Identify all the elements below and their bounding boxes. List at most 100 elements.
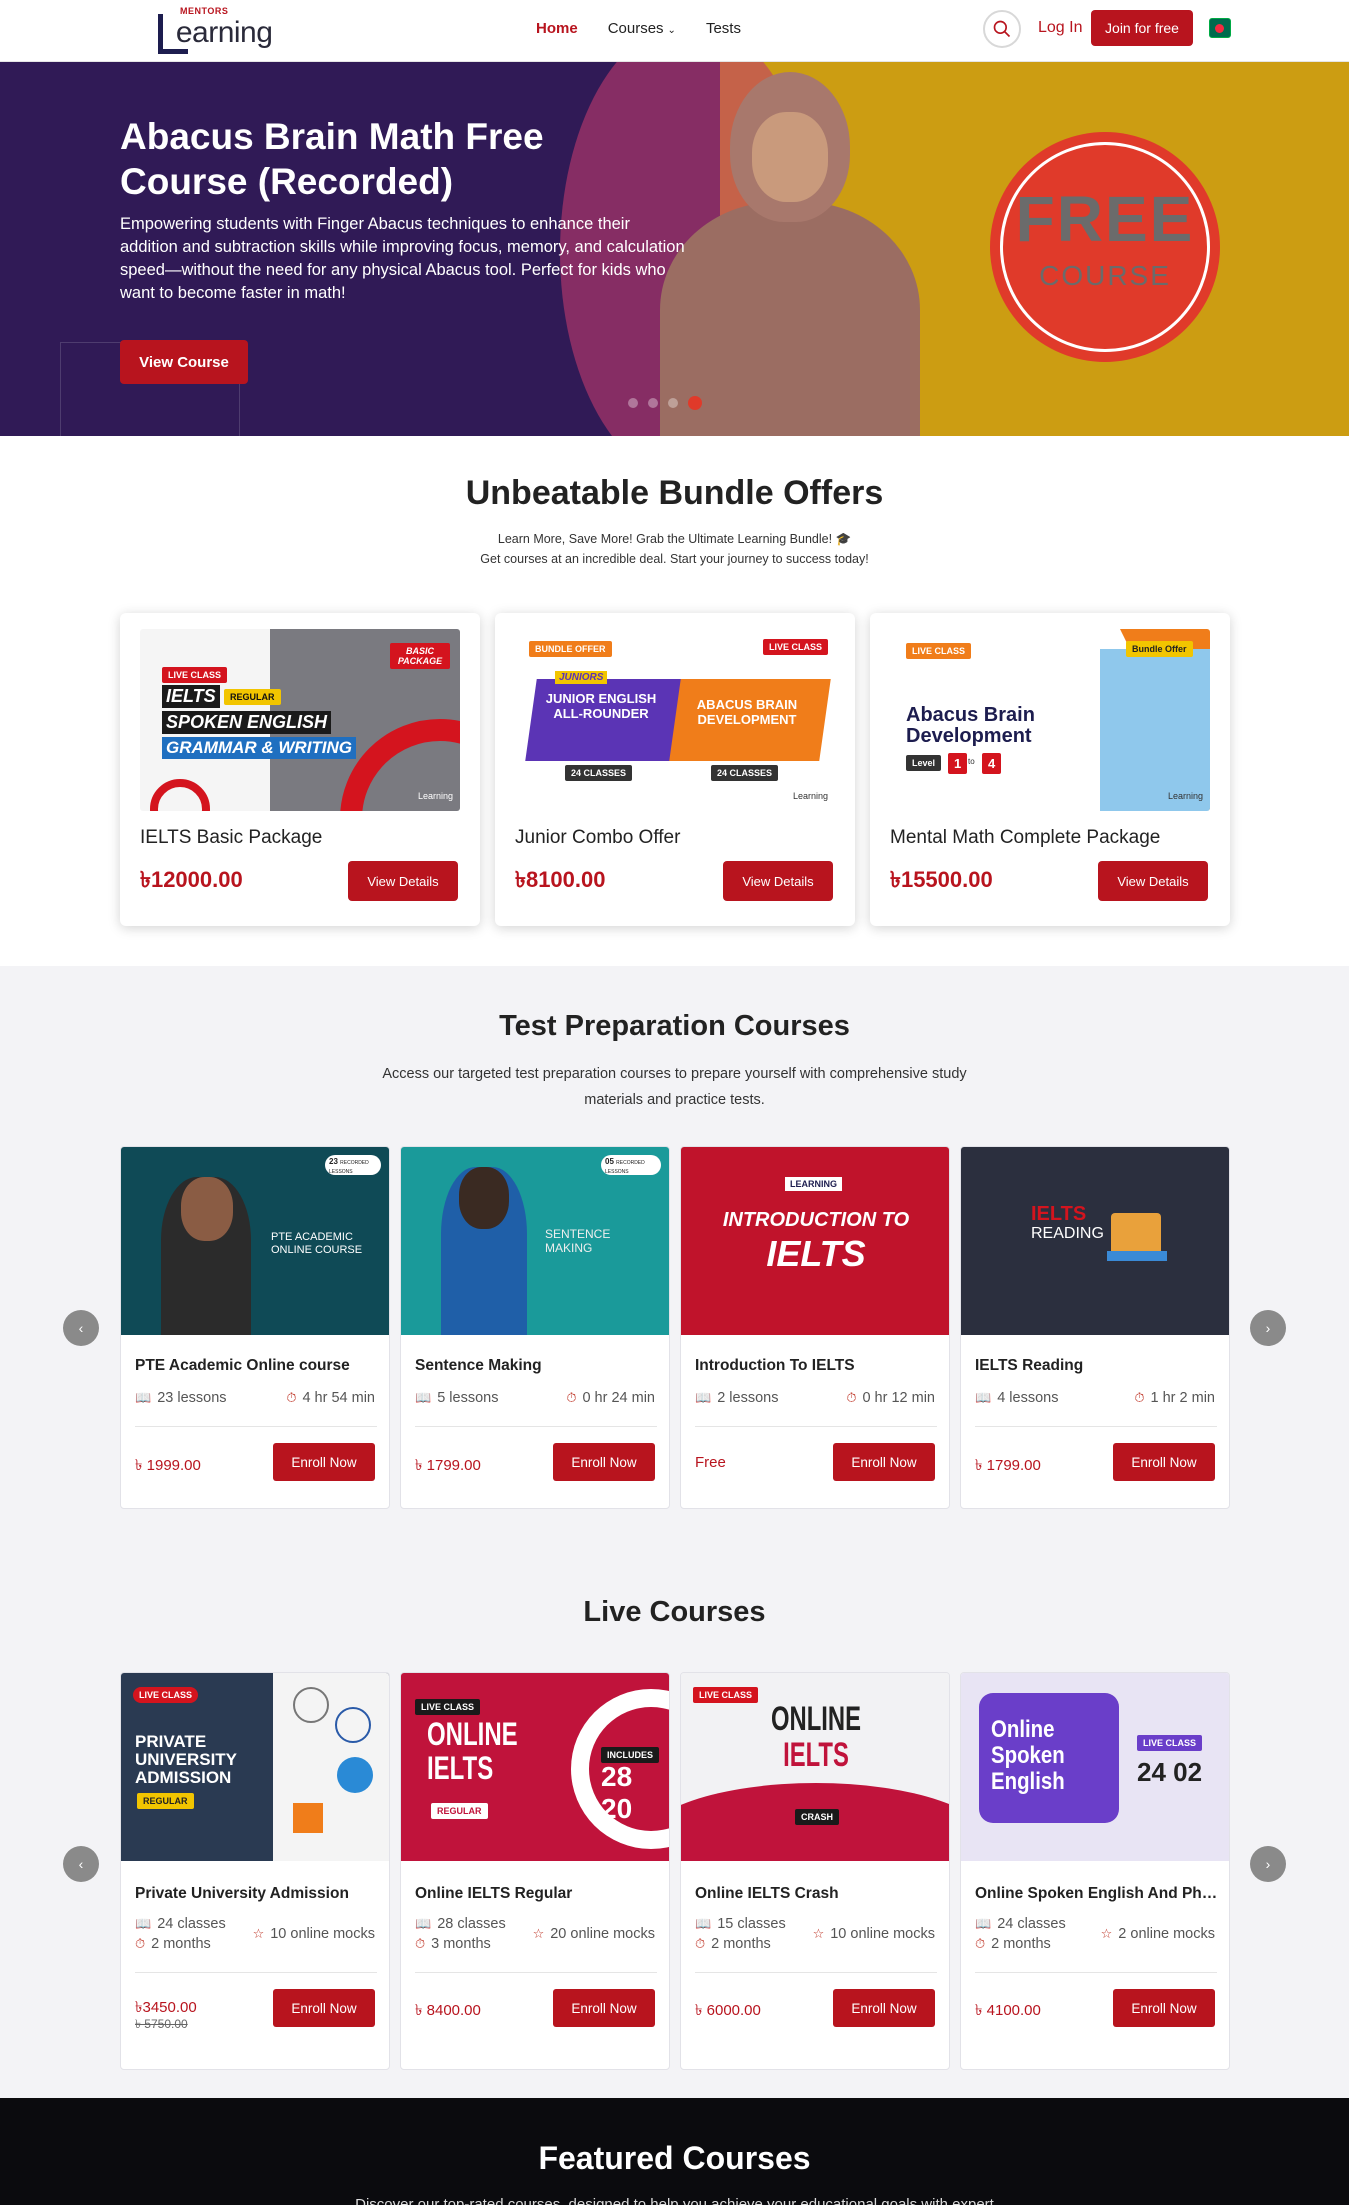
section-subtitle: materials and practice tests. <box>584 1092 765 1108</box>
bangladesh-flag-icon[interactable] <box>1209 18 1231 38</box>
book-icon: 📖 <box>135 1916 152 1931</box>
course-thumbnail: LIVE CLASS ONLINE IELTS REGULAR INCLUDES … <box>401 1673 669 1861</box>
enroll-button[interactable]: Enroll Now <box>1113 1443 1215 1481</box>
enroll-button[interactable]: Enroll Now <box>273 1443 375 1481</box>
course-title: Sentence Making <box>415 1357 542 1374</box>
lessons-count: 📖 5 lessons <box>415 1390 499 1406</box>
course-card[interactable]: PTE ACADEMIC ONLINE COURSE 23 RECORDED LE… <box>120 1146 390 1509</box>
book-icon: 📖 <box>975 1916 992 1931</box>
course-card[interactable]: Online Spoken English LIVE CLASS 24 02 Onl… <box>960 1672 1230 2070</box>
nav-tests[interactable]: Tests <box>706 20 741 37</box>
join-button[interactable]: Join for free <box>1091 10 1193 46</box>
bundle-price: ৳12000.00 <box>140 867 243 892</box>
course-thumbnail: LIVE CLASS ONLINE IELTS CRASH <box>681 1673 949 1861</box>
bundle-name: Mental Math Complete Package <box>890 827 1161 848</box>
lessons-count: 📖 2 lessons <box>695 1390 779 1406</box>
carousel-dot-active[interactable] <box>688 396 702 410</box>
enroll-button[interactable]: Enroll Now <box>553 1989 655 2027</box>
course-thumbnail: Online Spoken English LIVE CLASS 24 02 <box>961 1673 1229 1861</box>
bundle-image: LIVE CLASS BASIC PACKAGE IELTS REGULAR S… <box>140 629 460 811</box>
classes-count: 📖 24 classes <box>135 1916 226 1932</box>
section-subtitle: Get courses at an incredible deal. Start… <box>480 552 869 566</box>
course-thumbnail: LIVE CLASS PRIVATE UNIVERSITY ADMISSION RE… <box>121 1673 389 1861</box>
bundle-price: ৳15500.00 <box>890 867 993 892</box>
hero-description: Empowering students with Finger Abacus t… <box>120 215 685 302</box>
enroll-button[interactable]: Enroll Now <box>553 1443 655 1481</box>
course-title: Online Spoken English And Phonetics <box>975 1885 1219 1902</box>
top-navbar: MENTORS earning Home Courses ⌄ Tests Log … <box>0 0 1349 62</box>
course-title: Private University Admission <box>135 1885 349 1902</box>
enroll-button[interactable]: Enroll Now <box>833 1989 935 2027</box>
mock-tests: ☆ 20 online mocks <box>532 1926 655 1942</box>
carousel-dot[interactable] <box>668 398 678 408</box>
old-price: ৳ 5750.00 <box>135 2017 188 2031</box>
bundle-card[interactable]: LIVE CLASS Bundle Offer Abacus Brain Dev… <box>870 613 1230 926</box>
book-icon: 📖 <box>135 1390 152 1405</box>
chevron-left-icon: ‹ <box>78 1856 84 1872</box>
course-price: ৳ 1799.00 <box>975 1457 1041 1474</box>
view-details-button[interactable]: View Details <box>1098 861 1208 901</box>
section-subtitle: Access our targeted test preparation cou… <box>382 1066 967 1082</box>
star-icon: ☆ <box>532 1926 545 1941</box>
carousel-next-button[interactable]: › <box>1250 1846 1286 1882</box>
enroll-button[interactable]: Enroll Now <box>833 1443 935 1481</box>
carousel-dot[interactable] <box>628 398 638 408</box>
clock-icon: ⏱ <box>975 1936 986 1951</box>
clock-icon: ⏱ <box>846 1390 857 1405</box>
section-subtitle: Learn More, Save More! Grab the Ultimate… <box>497 532 852 546</box>
section-title: Featured Courses <box>538 2140 811 2176</box>
course-price: ৳ 4100.00 <box>975 2002 1041 2019</box>
course-card[interactable]: LIVE CLASS ONLINE IELTS CRASH Online IELT… <box>680 1672 950 2070</box>
course-card[interactable]: LEARNING INTRODUCTION TO IELTS Introduct… <box>680 1146 950 1509</box>
course-price: ৳ 1799.00 <box>415 1457 481 1474</box>
lessons-count: 📖 23 lessons <box>135 1390 227 1406</box>
view-course-button[interactable]: View Course <box>120 340 248 384</box>
duration: ⏱ 4 hr 54 min <box>286 1390 375 1406</box>
carousel-dot[interactable] <box>648 398 658 408</box>
featured-courses-section: Featured Courses Discover our top-rated … <box>0 2098 1349 2205</box>
hero-title: Abacus Brain Math Free Course (Recorded) <box>120 116 544 202</box>
chevron-right-icon: › <box>1265 1856 1271 1872</box>
course-card[interactable]: SENTENCE MAKING 05 RECORDED LESSONS Sente… <box>400 1146 670 1509</box>
hero-banner: FREE COURSE Abacus Brain Math Free Cours… <box>0 62 1349 436</box>
course-card[interactable]: IELTS READING IELTS Reading 📖 4 lessons ⏱… <box>960 1146 1230 1509</box>
mock-tests: ☆ 2 online mocks <box>1100 1926 1215 1942</box>
search-button[interactable] <box>983 10 1021 48</box>
course-months: ⏱ 2 months <box>695 1936 771 1952</box>
carousel-prev-button[interactable]: ‹ <box>63 1310 99 1346</box>
course-months: ⏱ 2 months <box>975 1936 1051 1952</box>
clock-icon: ⏱ <box>566 1390 577 1405</box>
clock-icon: ⏱ <box>286 1390 297 1405</box>
enroll-button[interactable]: Enroll Now <box>1113 1989 1215 2027</box>
chevron-left-icon: ‹ <box>78 1320 84 1336</box>
search-icon <box>993 20 1011 38</box>
bundle-card[interactable]: LIVE CLASS BASIC PACKAGE IELTS REGULAR S… <box>120 613 480 926</box>
course-price: ৳ 6000.00 <box>695 2002 761 2019</box>
course-card[interactable]: LIVE CLASS ONLINE IELTS REGULAR INCLUDES … <box>400 1672 670 2070</box>
carousel-next-button[interactable]: › <box>1250 1310 1286 1346</box>
book-icon: 📖 <box>415 1916 432 1931</box>
course-title: Online IELTS Crash <box>695 1885 839 1902</box>
lessons-count: 📖 4 lessons <box>975 1390 1059 1406</box>
classes-count: 📖 15 classes <box>695 1916 786 1932</box>
section-title: Unbeatable Bundle Offers <box>465 474 884 512</box>
chevron-right-icon: › <box>1265 1320 1271 1336</box>
section-subtitle: Discover our top-rated courses, designed… <box>355 2196 994 2205</box>
enroll-button[interactable]: Enroll Now <box>273 1989 375 2027</box>
logo-word: earning <box>175 16 273 49</box>
logo[interactable]: MENTORS earning <box>158 6 273 54</box>
nav-home[interactable]: Home <box>536 20 578 37</box>
clock-icon: ⏱ <box>695 1936 706 1951</box>
bundle-image: BUNDLE OFFER LIVE CLASS JUNIORS JUNIOR E… <box>515 629 835 811</box>
bundle-price: ৳8100.00 <box>515 867 606 892</box>
course-title: Online IELTS Regular <box>415 1885 573 1902</box>
login-link[interactable]: Log In <box>1038 19 1082 37</box>
carousel-prev-button[interactable]: ‹ <box>63 1846 99 1882</box>
view-details-button[interactable]: View Details <box>723 861 833 901</box>
view-details-button[interactable]: View Details <box>348 861 458 901</box>
course-card[interactable]: LIVE CLASS PRIVATE UNIVERSITY ADMISSION RE… <box>120 1672 390 2070</box>
course-title: IELTS Reading <box>975 1357 1084 1374</box>
instructor-photo <box>660 62 920 436</box>
bundle-card[interactable]: BUNDLE OFFER LIVE CLASS JUNIORS JUNIOR E… <box>495 613 855 926</box>
nav-courses[interactable]: Courses ⌄ <box>608 20 676 37</box>
